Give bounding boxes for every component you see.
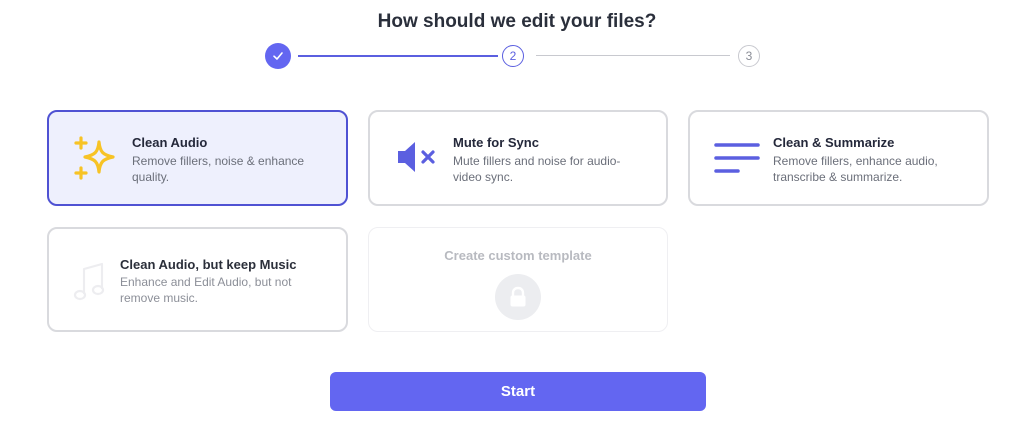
option-description: Enhance and Edit Audio, but not remove m…: [120, 275, 292, 305]
speaker-mute-icon: [398, 142, 435, 172]
text-lines-icon: [714, 143, 760, 173]
option-title: Clean Audio, but keep Music: [120, 257, 297, 272]
option-card-mute-for-sync[interactable]: Mute for Sync Mute fillers and noise for…: [368, 110, 668, 206]
step-2-current[interactable]: 2: [502, 45, 524, 67]
option-title: Clean & Summarize: [773, 135, 895, 150]
option-card-clean-audio[interactable]: Clean Audio Remove fillers, noise & enha…: [47, 110, 348, 206]
option-description: Remove fillers, noise & enhance quality.: [132, 154, 305, 184]
lock-badge: [495, 274, 541, 320]
music-note-icon: [73, 262, 105, 301]
progress-stepper: 2 3: [265, 43, 765, 69]
option-title: Mute for Sync: [453, 135, 539, 150]
option-title: Clean Audio: [132, 135, 208, 150]
sparkle-icon: [74, 136, 115, 180]
step-1-complete[interactable]: [265, 43, 291, 69]
checkmark-icon: [273, 52, 283, 60]
custom-template-title: Create custom template: [444, 248, 592, 263]
option-card-keep-music[interactable]: Clean Audio, but keep Music Enhance and …: [47, 227, 348, 332]
create-custom-template-card[interactable]: Create custom template: [368, 227, 668, 332]
option-description: Mute fillers and noise for audio-video s…: [453, 154, 621, 184]
start-button[interactable]: Start: [330, 372, 706, 411]
lock-icon: [510, 286, 526, 307]
step-connector-2: [536, 55, 730, 56]
step-connector-1: [298, 55, 498, 57]
page-title: How should we edit your files?: [377, 11, 657, 32]
option-description: Remove fillers, enhance audio, transcrib…: [773, 154, 938, 184]
option-card-clean-summarize[interactable]: Clean & Summarize Remove fillers, enhanc…: [688, 110, 989, 206]
step-3-upcoming[interactable]: 3: [738, 45, 760, 67]
